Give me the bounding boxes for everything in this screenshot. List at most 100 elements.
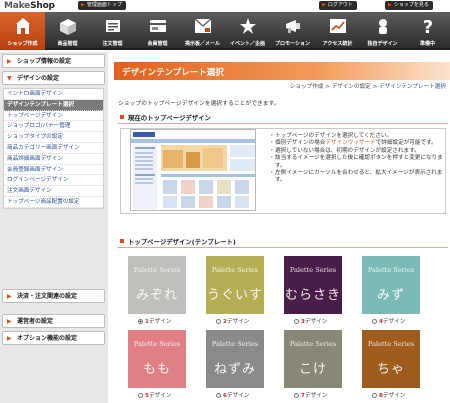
page-description: ショップのトップページデザインを選択することができます。 — [118, 101, 280, 107]
bullet-icon: ・ — [269, 133, 275, 139]
nav-item-4[interactable]: 会員管理 — [135, 12, 180, 50]
sidebar-item-design-10[interactable]: 注文画面デザイン — [4, 186, 103, 197]
palette-radio[interactable]: 1デザイン — [138, 317, 208, 325]
nav-item-1[interactable]: ショップ作成 — [0, 12, 45, 50]
nav-item-8[interactable]: アクセス統計 — [315, 12, 360, 50]
palette-name: ちゃ — [376, 362, 405, 377]
note-text: で詳細設定が可能です。 — [375, 140, 437, 147]
palette-name: むらさき — [284, 288, 341, 303]
palette-card[interactable]: Palette Series うぐいす — [206, 256, 264, 314]
sidebar-section-payment[interactable]: ▶ 決済・注文関連の設定 — [2, 289, 105, 303]
radio-button[interactable] — [294, 393, 299, 398]
palette-card[interactable]: Palette Series みぞれ — [128, 256, 186, 314]
nav-item-10[interactable]: ? 準備中 — [405, 12, 450, 50]
nav-item-3[interactable]: 注文管理 — [90, 12, 135, 50]
palette-brand-text: Palette Series — [211, 266, 259, 274]
palette-brand-text: Palette Series — [133, 266, 181, 274]
main-content: デザインテンプレート選択 ショップ作成 > デザインの設定 > デザインテンプレ… — [110, 52, 450, 403]
sidebar-item-design-6[interactable]: 商品カテゴリー画面デザイン — [4, 143, 103, 154]
palette-label: デザイン — [382, 319, 406, 325]
palette-label: デザイン — [148, 319, 172, 325]
triangle-right-icon: ▶ — [7, 335, 12, 342]
bullet-icon: ・ — [269, 170, 275, 177]
triangle-right-icon: ▶ — [7, 293, 12, 300]
current-design-thumbnail[interactable] — [130, 129, 256, 211]
breadcrumb-current: デザインテンプレート選択 — [379, 84, 446, 90]
note-text: 個別デザインの場合 — [275, 140, 326, 147]
main-nav: ショップ作成 商品管理 注文管理 会員管理 掲示板／メール イベント／企画 プロモーション ア… — [0, 12, 450, 50]
sidebar-section-operator[interactable]: ▶ 運営者の設定 — [2, 314, 105, 328]
admin-top-link[interactable]: ▶ 管理画面トップ — [78, 1, 126, 10]
palette-label: デザイン — [226, 393, 250, 399]
breadcrumb-shop[interactable]: ショップ作成 — [290, 84, 324, 90]
promotion-icon — [283, 16, 303, 36]
palette-brand-text: Palette Series — [289, 266, 337, 274]
nav-item-6[interactable]: イベント／企画 — [225, 12, 270, 50]
palette-card[interactable]: Palette Series こけ — [284, 330, 342, 388]
palette-card[interactable]: Palette Series ちゃ — [362, 330, 420, 388]
sidebar-item-design-5[interactable]: ショップタイプの設定 — [4, 132, 103, 143]
nav-item-7[interactable]: プロモーション — [270, 12, 315, 50]
design-icon — [373, 16, 393, 36]
radio-button[interactable] — [372, 393, 377, 398]
radio-button[interactable] — [216, 393, 221, 398]
palette-brand-text: Palette Series — [211, 340, 259, 348]
note-item: ・該当するイメージを選択した後に確認ボタンを押すと変更になります。 — [269, 155, 445, 170]
radio-button[interactable] — [138, 393, 143, 398]
sidebar-item-design-8[interactable]: 会員登録画面デザイン — [4, 165, 103, 176]
cart-icon — [103, 16, 123, 36]
palette-name: もも — [142, 362, 171, 377]
palette-name: みぞれ — [135, 288, 178, 303]
palette-card[interactable]: Palette Series ねずみ — [206, 330, 264, 388]
radio-button[interactable] — [372, 319, 377, 324]
sidebar-section-shop-info[interactable]: ▶ ショップ情報の設定 — [2, 54, 105, 68]
palette-label: デザイン — [382, 393, 406, 399]
bullet-icon: ・ — [269, 155, 275, 162]
palette-card[interactable]: Palette Series みず — [362, 256, 420, 314]
palette-radio[interactable]: 7デザイン — [294, 391, 364, 399]
view-shop-link[interactable]: ▶ ショップを見る — [385, 1, 433, 10]
triangle-down-icon: ▼ — [7, 75, 12, 82]
palette-card[interactable]: Palette Series もも — [128, 330, 186, 388]
palette-radio[interactable]: 5デザイン — [138, 391, 208, 399]
radio-button[interactable] — [294, 319, 299, 324]
sidebar-item-design-2[interactable]: デザインテンプレート選択 — [4, 99, 103, 111]
nav-item-label: イベント／企画 — [229, 41, 265, 47]
design-submenu: イントロ画面デザイン デザインテンプレート選択 トップページデザイン ショップロゴ/バ… — [3, 88, 104, 209]
sidebar-item-design-3[interactable]: トップページデザイン — [4, 111, 103, 122]
palette-radio[interactable]: 2デザイン — [216, 317, 286, 325]
box-icon — [58, 16, 78, 36]
member-card-icon — [148, 16, 168, 36]
sidebar-item-design-9[interactable]: ログインページデザイン — [4, 175, 103, 187]
breadcrumb-design[interactable]: デザインの設定 — [332, 84, 371, 90]
radio-button[interactable] — [216, 319, 221, 324]
triangle-right-icon: ▶ — [7, 58, 12, 65]
arrow-icon: ▶ — [322, 2, 326, 8]
divider — [118, 123, 448, 124]
sidebar-item-design-4[interactable]: ショップロゴ/バナー管理 — [4, 121, 103, 133]
palette-card[interactable]: Palette Series むらさき — [284, 256, 342, 314]
radio-button[interactable] — [138, 319, 143, 324]
palette-radio[interactable]: 3デザイン — [294, 317, 364, 325]
page-title-bar: デザインテンプレート選択 — [114, 62, 450, 80]
design-wizard-link[interactable]: デザインウィザード — [325, 140, 375, 146]
palette-name: こけ — [298, 362, 327, 377]
sidebar-item-design-1[interactable]: イントロ画面デザイン — [4, 89, 103, 100]
shop-icon — [13, 16, 33, 36]
sidebar-section-options[interactable]: ▶ オプション機能の設定 — [2, 331, 105, 345]
mail-board-icon — [193, 16, 213, 36]
nav-item-2[interactable]: 商品管理 — [45, 12, 90, 50]
makeshop-logo[interactable]: MakeShop — [4, 1, 55, 11]
logout-link[interactable]: ▶ ログアウト — [319, 1, 357, 10]
palette-radio[interactable]: 8デザイン — [372, 391, 442, 399]
palette-radio[interactable]: 6デザイン — [216, 391, 286, 399]
sidebar-item-design-11[interactable]: トップページ商品配置の設定 — [4, 197, 103, 208]
palette-radio[interactable]: 4デザイン — [372, 317, 442, 325]
sidebar-item-design-7[interactable]: 商品詳細画面デザイン — [4, 154, 103, 165]
nav-item-9[interactable]: 独自デザイン — [360, 12, 405, 50]
palette-name: うぐいす — [206, 288, 263, 303]
note-item: ・左側イメージにカーソルを合わせると、拡大イメージが表示されます。 — [269, 170, 445, 185]
sidebar-section-design[interactable]: ▼ デザインの設定 — [2, 71, 105, 85]
nav-item-5[interactable]: 掲示板／メール — [180, 12, 225, 50]
palette-brand-text: Palette Series — [289, 340, 337, 348]
